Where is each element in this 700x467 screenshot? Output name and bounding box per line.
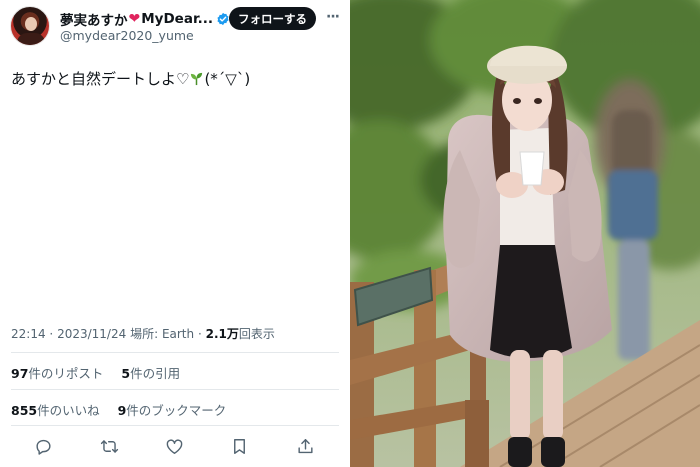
divider xyxy=(11,352,339,353)
tweet-text-main: あすかと自然デートしよ♡ xyxy=(11,70,190,88)
user-handle[interactable]: @mydear2020_yume xyxy=(60,28,194,43)
reposts-label: 件のリポスト xyxy=(28,366,104,381)
heart-icon: ❤ xyxy=(128,11,141,27)
repost-icon[interactable] xyxy=(99,436,119,456)
like-bookmark-stats: 855件のいいね 9件のブックマーク xyxy=(11,400,226,419)
avatar-body xyxy=(17,33,45,45)
meta-separator: · xyxy=(49,327,58,341)
quotes-count: 5 xyxy=(121,366,131,381)
repost-quote-stats: 97件のリポスト 5件の引用 xyxy=(11,363,180,382)
display-name-suffix: MyDear... xyxy=(141,11,214,27)
tweet-card: 夢実あすか ❤ MyDear... @mydear2020_yume フォローす… xyxy=(0,0,350,467)
likes-count: 855 xyxy=(11,403,38,418)
bookmark-icon[interactable] xyxy=(229,436,249,456)
action-bar xyxy=(0,436,350,456)
quotes-stat[interactable]: 5件の引用 xyxy=(121,366,180,381)
divider xyxy=(11,389,339,390)
quotes-label: 件の引用 xyxy=(130,366,181,381)
views-label: 回表示 xyxy=(238,327,275,341)
tweet-photo-drawing xyxy=(350,0,700,467)
reposts-count: 97 xyxy=(11,366,29,381)
bookmarks-count: 9 xyxy=(117,403,127,418)
location-value: Earth xyxy=(161,327,195,341)
share-icon[interactable] xyxy=(295,436,315,456)
sprout-icon xyxy=(189,71,204,86)
tweet-time[interactable]: 22:14 xyxy=(11,327,46,341)
reposts-stat[interactable]: 97件のリポスト xyxy=(11,366,103,381)
likes-stat[interactable]: 855件のいいね xyxy=(11,403,100,418)
divider xyxy=(11,425,339,426)
avatar-face xyxy=(25,17,37,31)
tweet-text-suffix: (*´▽`) xyxy=(204,70,251,88)
bookmarks-label: 件のブックマーク xyxy=(126,403,227,418)
tweet-meta: 22:14 · 2023/11/24 場所: Earth · 2.1万回表示 xyxy=(11,325,275,342)
bookmarks-stat[interactable]: 9件のブックマーク xyxy=(118,403,227,418)
tweet-photo[interactable] xyxy=(350,0,700,467)
meta-separator: · xyxy=(197,327,206,341)
follow-button[interactable]: フォローする xyxy=(229,7,316,30)
more-icon[interactable]: ··· xyxy=(326,10,342,26)
location-label: 場所: xyxy=(130,327,159,341)
reply-icon[interactable] xyxy=(33,436,53,456)
avatar[interactable] xyxy=(10,6,50,46)
verified-icon xyxy=(216,12,230,26)
likes-label: 件のいいね xyxy=(37,403,100,418)
tweet-date[interactable]: 2023/11/24 xyxy=(57,327,126,341)
tweet-text: あすかと自然デートしよ♡ (*´▽`) xyxy=(11,68,250,89)
display-name[interactable]: 夢実あすか ❤ MyDear... xyxy=(60,9,230,29)
display-name-text: 夢実あすか xyxy=(60,13,128,29)
like-icon[interactable] xyxy=(164,436,184,456)
views-count: 2.1万 xyxy=(205,327,239,341)
